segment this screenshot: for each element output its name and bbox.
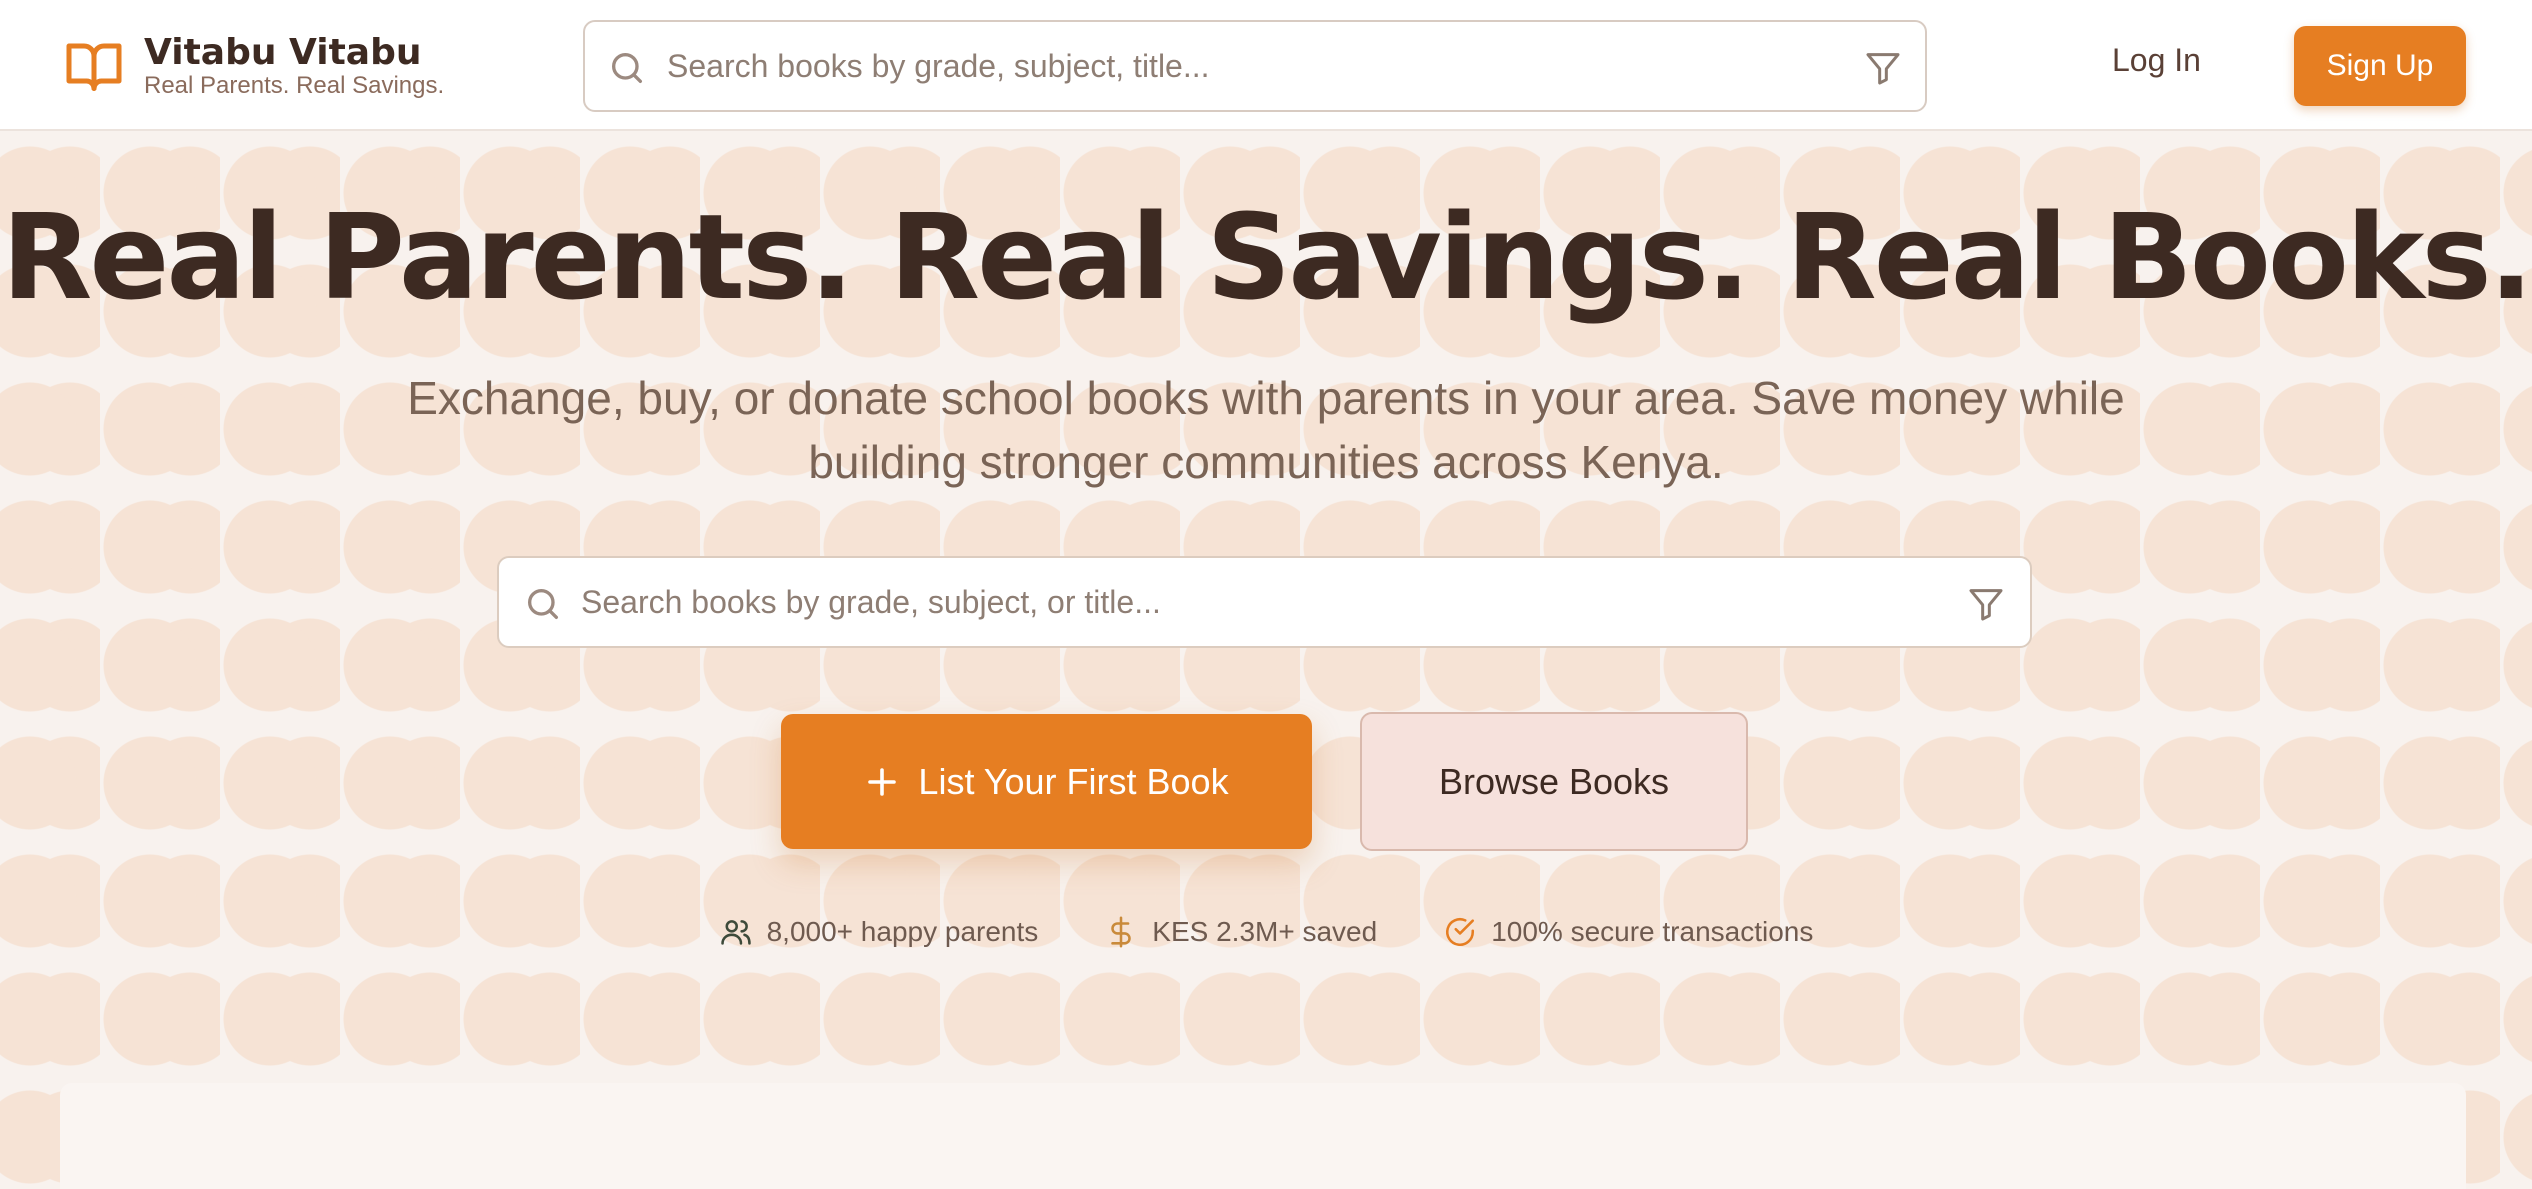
stat-savings: KES 2.3M+ saved [1104,915,1377,949]
stat-happy-parents-text: 8,000+ happy parents [766,916,1039,947]
search-icon [528,589,558,619]
list-first-book-button[interactable]: List Your First Book [781,714,1312,849]
header-search-placeholder: Search books by grade, subject, title... [667,48,1210,84]
brand-name[interactable]: Vitabu Vitabu [144,32,421,73]
signup-button[interactable]: Sign Up [2294,26,2466,106]
plus-icon [868,767,897,796]
hero-subtitle: Exchange, buy, or donate school books wi… [407,372,2125,488]
top-navbar: Vitabu Vitabu Real Parents. Real Savings… [0,0,2532,131]
header-search-input[interactable]: Search books by grade, subject, title... [583,20,1927,112]
users-icon [720,920,751,945]
stat-happy-parents: 8,000+ happy parents [719,915,1039,949]
browse-books-label: Browse Books [1438,760,1670,802]
stat-secure-text: 100% secure transactions [1491,916,1814,947]
stat-savings-text: KES 2.3M+ saved [1152,916,1378,947]
stats-row: 8,000+ happy parents KES 2.3M+ saved 100… [0,915,2532,949]
brand-tagline: Real Parents. Real Savings. [144,72,445,99]
hero-search-input[interactable]: Search books by grade, subject, or title… [497,556,2032,648]
hero-search-placeholder: Search books by grade, subject, or title… [581,584,1161,620]
login-button[interactable]: Log In [2112,42,2201,79]
dollar-icon [1111,916,1131,948]
book-icon [66,43,122,91]
filter-icon[interactable] [1966,584,2006,624]
check-circle-icon [1446,917,1475,947]
filter-icon[interactable] [1863,48,1903,88]
search-icon [612,53,642,84]
hero-title: Real Parents. Real Savings. Real Books. [1,188,2532,326]
stat-secure: 100% secure transactions [1443,915,1813,949]
list-first-book-label: List Your First Book [918,760,1229,802]
browse-books-button[interactable]: Browse Books [1360,712,1748,851]
content-card [60,1083,2466,1189]
